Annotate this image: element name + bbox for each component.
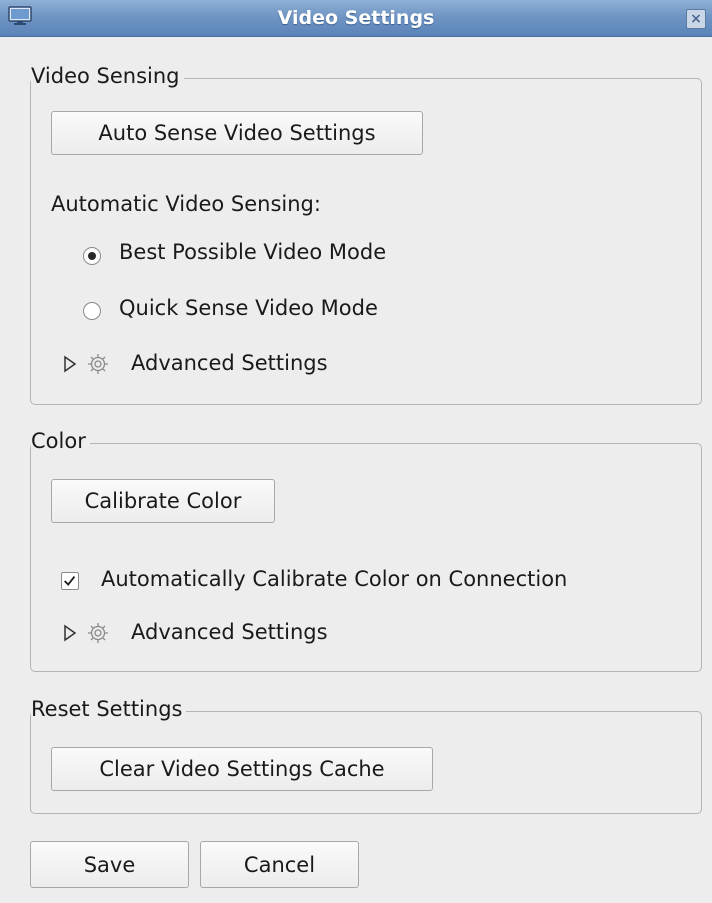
title-bar: Video Settings × [0,0,712,37]
best-possible-radio[interactable] [83,247,101,265]
quick-sense-radio[interactable] [83,302,101,320]
video-sensing-group: Video Sensing Auto Sense Video Settings … [30,64,702,405]
cancel-button[interactable]: Cancel [200,841,359,888]
best-possible-label[interactable]: Best Possible Video Mode [119,240,386,264]
gear-icon [88,354,108,374]
auto-sense-button[interactable]: Auto Sense Video Settings [51,111,423,155]
reset-settings-group: Reset Settings Clear Video Settings Cach… [30,697,702,814]
video-advanced-settings[interactable]: Advanced Settings [131,351,328,375]
automatic-sensing-label: Automatic Video Sensing: [51,192,321,216]
color-advanced-settings[interactable]: Advanced Settings [131,620,328,644]
triangle-right-icon[interactable] [63,355,77,373]
window-title: Video Settings [277,7,435,29]
video-sensing-legend: Video Sensing [31,64,184,88]
triangle-right-icon[interactable] [63,624,77,642]
calibrate-color-button[interactable]: Calibrate Color [51,479,275,523]
checkmark-icon [64,576,76,586]
clear-cache-button[interactable]: Clear Video Settings Cache [51,747,433,791]
save-button[interactable]: Save [30,841,189,888]
quick-sense-label[interactable]: Quick Sense Video Mode [119,296,378,320]
gear-icon [88,623,108,643]
color-legend: Color [31,429,90,453]
close-icon[interactable]: × [686,9,706,29]
color-group: Color Calibrate Color Automatically Cali… [30,429,702,672]
auto-calibrate-label[interactable]: Automatically Calibrate Color on Connect… [101,567,567,591]
auto-calibrate-checkbox[interactable] [61,572,79,590]
reset-legend: Reset Settings [31,697,187,721]
